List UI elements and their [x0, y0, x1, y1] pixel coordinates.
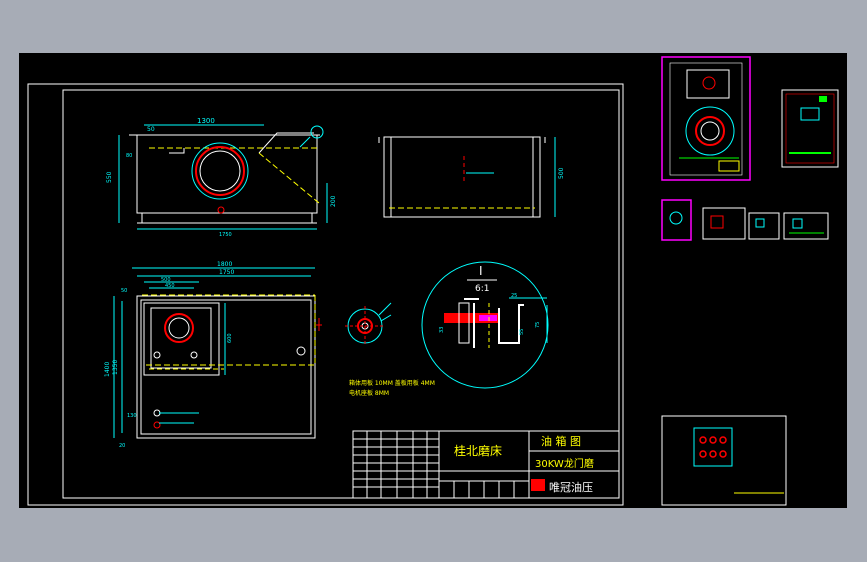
- outer-frame: [27, 83, 624, 506]
- dim-plan-130: 130: [127, 413, 137, 419]
- dim-section-75: 75: [535, 322, 541, 328]
- thumbnail-panel-2: [781, 89, 839, 168]
- drawing-canvas: 1300 50 550 200 1750 80 500 1800 1750 50…: [19, 53, 847, 508]
- thumbnail-oiltank-cover: [661, 56, 751, 181]
- title-drawing-name: 油 箱 图: [541, 434, 581, 448]
- detail-label-bottom: 6:1: [475, 284, 489, 294]
- dim-plan-w2: 1750: [219, 269, 234, 276]
- title-maker: 唯冠油压: [549, 480, 593, 494]
- thumbnail-motor-plate: [661, 415, 787, 506]
- title-block: 桂北磨床 油 箱 图 30KW龙门磨 唯冠油压: [352, 430, 620, 499]
- dim-top-offset: 50: [147, 126, 155, 133]
- detail-view-I: I 6:1 25 75 55 33: [421, 261, 549, 389]
- note-line-1: 箱体用板 10MM 盖板用板 4MM: [349, 379, 435, 387]
- thumbnail-small-row: [661, 199, 829, 241]
- inner-frame: [62, 89, 620, 499]
- dim-section-33: 33: [439, 327, 445, 333]
- cad-drawing: 1300 50 550 200 1750 80 500 1800 1750 50…: [27, 56, 839, 506]
- dim-section-55: 55: [519, 329, 525, 335]
- dim-plan-h2: 1350: [112, 360, 119, 375]
- detail-label-top: I: [479, 264, 483, 278]
- plan-view: 1800 1750 500 450 1400 1350 600 50 20 13…: [104, 261, 322, 449]
- flange-detail: [345, 302, 392, 346]
- dim-plan-600: 600: [227, 333, 233, 343]
- front-view: 1300 50 550 200 1750 80: [106, 117, 337, 238]
- title-company: 桂北磨床: [454, 443, 502, 458]
- note-line-2: 电机座板 8MM: [349, 389, 389, 397]
- dim-top-corner: 80: [126, 153, 132, 159]
- dim-section-25: 25: [511, 293, 517, 299]
- dim-top-right: 200: [330, 195, 337, 207]
- dim-plan-w1: 1800: [217, 261, 232, 268]
- maker-logo-icon: [531, 479, 545, 491]
- dim-side-height: 500: [558, 167, 565, 179]
- dim-plan-50: 50: [121, 288, 127, 294]
- side-view: 500: [378, 136, 565, 218]
- dim-top-length: 1300: [197, 117, 215, 125]
- title-model: 30KW龙门磨: [535, 457, 594, 470]
- dim-top-bottom: 1750: [219, 232, 232, 238]
- dim-top-height: 550: [106, 171, 113, 183]
- dim-plan-450: 450: [165, 283, 175, 289]
- dim-plan-h1: 1400: [104, 362, 111, 377]
- dim-plan-20: 20: [119, 443, 125, 449]
